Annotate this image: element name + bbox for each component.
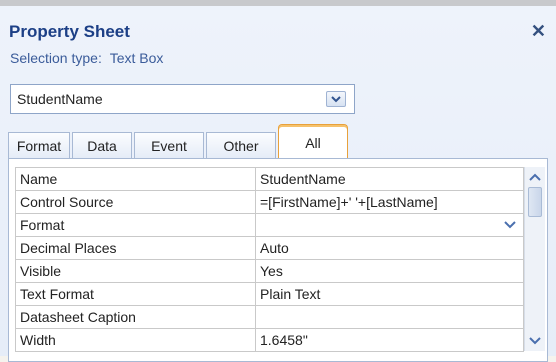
property-value[interactable]: StudentName xyxy=(255,167,524,191)
property-row[interactable]: Decimal Places Auto xyxy=(15,236,524,260)
property-row[interactable]: Width 1.6458" xyxy=(15,328,524,352)
property-name: Decimal Places xyxy=(15,236,256,260)
property-name: Format xyxy=(15,213,256,237)
property-name: Datasheet Caption xyxy=(15,305,256,329)
close-icon[interactable]: ✕ xyxy=(531,22,546,40)
properties-panel: Name StudentName Control Source =[FirstN… xyxy=(8,158,548,362)
property-row[interactable]: Control Source =[FirstName]+' '+[LastNam… xyxy=(15,190,524,214)
property-name: Name xyxy=(15,167,256,191)
tab-all[interactable]: All xyxy=(278,124,348,160)
property-value[interactable]: Plain Text xyxy=(255,282,524,306)
chevron-down-icon[interactable] xyxy=(501,218,519,232)
scrollbar-thumb[interactable] xyxy=(528,187,542,217)
property-row[interactable]: Name StudentName xyxy=(15,167,524,191)
property-row[interactable]: Format xyxy=(15,213,524,237)
scroll-down-icon[interactable] xyxy=(527,333,543,349)
panel-title: Property Sheet xyxy=(9,22,130,41)
property-name: Visible xyxy=(15,259,256,283)
selection-type-value: Text Box xyxy=(109,50,164,66)
selection-type: Selection type: Text Box xyxy=(10,50,163,66)
property-sheet-panel: Property Sheet ✕ Selection type: Text Bo… xyxy=(0,0,556,362)
property-value[interactable]: 1.6458" xyxy=(255,328,524,352)
tab-strip: Format Data Event Other All xyxy=(8,124,548,160)
selection-type-label: Selection type: xyxy=(10,50,102,66)
property-value[interactable]: Yes xyxy=(255,259,524,283)
object-selector-combo[interactable]: StudentName xyxy=(10,84,355,114)
chevron-down-icon[interactable] xyxy=(326,91,346,107)
property-name: Text Format xyxy=(15,282,256,306)
tab-format[interactable]: Format xyxy=(8,132,70,158)
property-row[interactable]: Visible Yes xyxy=(15,259,524,283)
property-row[interactable]: Text Format Plain Text xyxy=(15,282,524,306)
properties-grid: Name StudentName Control Source =[FirstN… xyxy=(15,167,524,352)
tab-other[interactable]: Other xyxy=(206,132,276,158)
vertical-scrollbar[interactable] xyxy=(524,167,545,351)
property-name: Control Source xyxy=(15,190,256,214)
property-value[interactable]: =[FirstName]+' '+[LastName] xyxy=(255,190,524,214)
property-row[interactable]: Datasheet Caption xyxy=(15,305,524,329)
property-value[interactable] xyxy=(255,305,524,329)
object-selector-value: StudentName xyxy=(17,91,103,107)
property-value-dropdown[interactable] xyxy=(255,213,524,237)
tab-data[interactable]: Data xyxy=(72,132,132,158)
tab-event[interactable]: Event xyxy=(134,132,204,158)
property-name: Width xyxy=(15,328,256,352)
scroll-up-icon[interactable] xyxy=(527,169,543,185)
property-value[interactable]: Auto xyxy=(255,236,524,260)
